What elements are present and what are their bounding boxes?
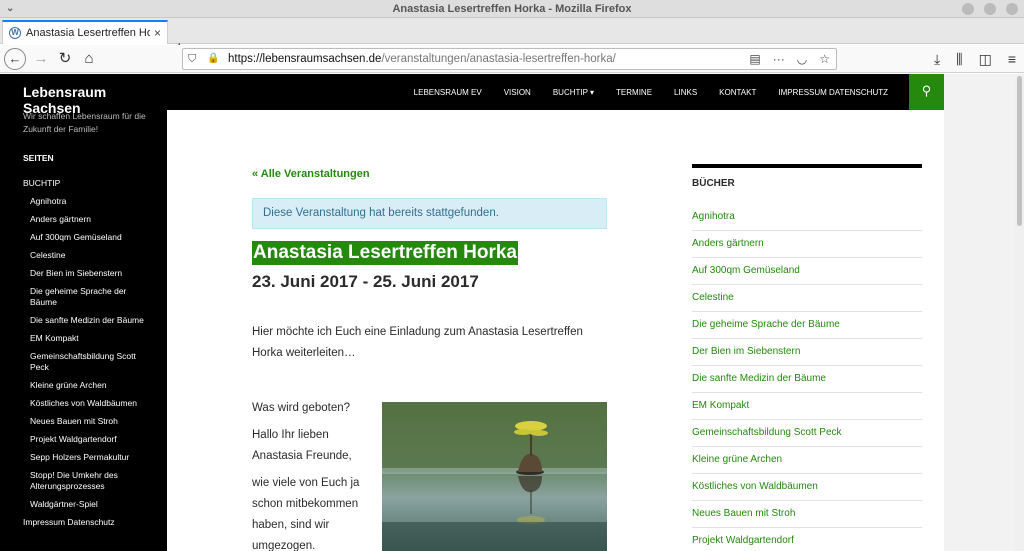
book-link[interactable]: Kleine grüne Archen bbox=[692, 447, 922, 474]
lock-icon[interactable]: 🔒 bbox=[207, 49, 219, 69]
forward-button[interactable]: → bbox=[32, 48, 50, 70]
sidebar-toggle-icon[interactable]: ◫ bbox=[979, 48, 992, 70]
web-page: Lebensraum Sachsen Wir schaffen Lebensra… bbox=[0, 74, 1024, 551]
top-nav-item[interactable]: LINKS bbox=[663, 88, 708, 97]
home-button[interactable]: ⌂ bbox=[80, 48, 98, 70]
url-text[interactable]: https://lebensraumsachsen.de/veranstaltu… bbox=[228, 49, 616, 69]
book-link[interactable]: Projekt Waldgartendorf bbox=[692, 528, 922, 551]
navigation-toolbar: ← → ↻ ⌂ ⛉ 🔒 https://lebensraumsachsen.de… bbox=[0, 45, 1024, 73]
sidebar-sub-item[interactable]: Sepp Holzers Permakultur bbox=[23, 452, 153, 463]
event-date: 23. Juni 2017 - 25. Juni 2017 bbox=[252, 272, 479, 291]
widget-title: BÜCHER bbox=[692, 178, 735, 189]
sidebar-page-list: BUCHTIP Agnihotra Anders gärtnern Auf 300qm… bbox=[23, 178, 153, 535]
sidebar-heading: SEITEN bbox=[23, 153, 54, 163]
search-icon: ⚲ bbox=[921, 83, 932, 98]
sidebar-sub-item[interactable]: Gemeinschaftsbildung Scott Peck bbox=[23, 351, 153, 373]
page-actions-icon[interactable]: ··· bbox=[773, 49, 785, 69]
hamburger-menu-icon[interactable]: ≡ bbox=[1008, 48, 1016, 70]
window-titlebar: ⌄ Anastasia Lesertreffen Horka - Mozilla… bbox=[0, 0, 1024, 18]
book-link[interactable]: Celestine bbox=[692, 285, 922, 312]
close-window-button[interactable] bbox=[1006, 3, 1018, 15]
reader-view-icon[interactable]: ▤ bbox=[749, 49, 760, 69]
sidebar-sub-item[interactable]: EM Kompakt bbox=[23, 333, 153, 344]
library-icon[interactable]: ⫼ bbox=[956, 48, 962, 70]
wordpress-favicon-icon: W bbox=[9, 27, 21, 39]
window-menu-icon[interactable]: ⌄ bbox=[6, 0, 14, 18]
book-link[interactable]: Köstliches von Waldbäumen bbox=[692, 474, 922, 501]
sidebar-sub-item[interactable]: Kleine grüne Archen bbox=[23, 380, 153, 391]
top-nav-item[interactable]: IMPRESSUM DATENSCHUTZ bbox=[767, 88, 899, 97]
sidebar-sub-item[interactable]: Neues Bauen mit Stroh bbox=[23, 416, 153, 427]
book-link[interactable]: Neues Bauen mit Stroh bbox=[692, 501, 922, 528]
sidebar-sub-item[interactable]: Anders gärtnern bbox=[23, 214, 153, 225]
book-link[interactable]: Gemeinschaftsbildung Scott Peck bbox=[692, 420, 922, 447]
all-events-link[interactable]: « Alle Veranstaltungen bbox=[252, 168, 370, 180]
pocket-icon[interactable]: ◡ bbox=[797, 49, 807, 69]
tree-photo-illustration bbox=[382, 402, 607, 551]
top-nav-spacer bbox=[944, 74, 1024, 110]
tab-active[interactable]: W Anastasia Lesertreffen Horka × bbox=[2, 20, 168, 44]
tab-strip: W Anastasia Lesertreffen Horka × + bbox=[0, 18, 1024, 58]
downloads-icon[interactable]: ⤓ bbox=[934, 48, 940, 70]
top-nav-item[interactable]: LEBENSRAUM EV bbox=[403, 88, 493, 97]
sidebar-sub-item[interactable]: Köstliches von Waldbäumen bbox=[23, 398, 153, 409]
toolbar-right: ⤓ ⫼ ◫ ≡ bbox=[934, 48, 1016, 70]
main-content: « Alle Veranstaltungen Diese Veranstaltu… bbox=[167, 110, 944, 551]
maximize-button[interactable] bbox=[984, 3, 996, 15]
top-nav-menu: LEBENSRAUM EV VISION BUCHTIP ▾ TERMINE LINKS… bbox=[403, 74, 899, 110]
top-nav-item[interactable]: KONTAKT bbox=[708, 88, 767, 97]
sidebar-section-item[interactable]: Impressum Datenschutz bbox=[23, 517, 153, 528]
window-controls bbox=[962, 3, 1018, 15]
event-body: Was wird geboten? Hallo Ihr lieben Anast… bbox=[252, 398, 372, 551]
url-bar-actions: ▤ ··· ◡ ☆ bbox=[749, 49, 830, 69]
sidebar-sub-item[interactable]: Die sanfte Medizin der Bäume bbox=[23, 315, 153, 326]
event-intro: Hier möchte ich Euch eine Einladung zum … bbox=[252, 326, 583, 359]
scrollbar-thumb[interactable] bbox=[1017, 76, 1022, 226]
book-link[interactable]: Auf 300qm Gemüseland bbox=[692, 258, 922, 285]
top-navigation: LEBENSRAUM EV VISION BUCHTIP ▾ TERMINE LINKS… bbox=[167, 74, 909, 110]
sidebar-sub-item[interactable]: Agnihotra bbox=[23, 196, 153, 207]
top-nav-item[interactable]: BUCHTIP ▾ bbox=[542, 88, 605, 97]
sidebar-sub-item[interactable]: Die geheime Sprache der Bäume bbox=[23, 286, 153, 308]
top-nav-item[interactable]: TERMINE bbox=[605, 88, 663, 97]
event-image-tree-in-lake bbox=[382, 402, 607, 551]
book-link[interactable]: Der Bien im Siebenstern bbox=[692, 339, 922, 366]
url-bar[interactable]: ⛉ 🔒 https://lebensraumsachsen.de/veranst… bbox=[182, 48, 837, 70]
minimize-button[interactable] bbox=[962, 3, 974, 15]
event-paragraph: Hallo Ihr lieben Anastasia Freunde, bbox=[252, 429, 352, 462]
books-widget: BÜCHER Agnihotra Anders gärtnern Auf 300qm… bbox=[692, 164, 922, 551]
bookmark-star-icon[interactable]: ☆ bbox=[819, 49, 830, 69]
back-button[interactable]: ← bbox=[4, 48, 26, 70]
widget-divider bbox=[692, 164, 922, 168]
event-paragraph: Was wird geboten? bbox=[252, 402, 351, 414]
site-description: Wir schaffen Lebensraum für die Zukunft … bbox=[23, 111, 146, 134]
sidebar-sub-item[interactable]: Projekt Waldgartendorf bbox=[23, 434, 153, 445]
search-button[interactable]: ⚲ bbox=[909, 74, 944, 110]
book-link[interactable]: Anders gärtnern bbox=[692, 231, 922, 258]
book-link[interactable]: EM Kompakt bbox=[692, 393, 922, 420]
sidebar-sub-item[interactable]: Stopp! Die Umkehr des Alterungsprozesses bbox=[23, 470, 153, 492]
book-link[interactable]: Agnihotra bbox=[692, 204, 922, 231]
event-paragraph: wie viele von Euch ja schon mitbekommen … bbox=[252, 477, 360, 551]
sidebar-sub-item[interactable]: Der Bien im Siebenstern bbox=[23, 268, 153, 279]
sidebar-sub-item[interactable]: Auf 300qm Gemüseland bbox=[23, 232, 153, 243]
reload-button[interactable]: ↻ bbox=[56, 48, 74, 70]
tab-close-icon[interactable]: × bbox=[154, 26, 161, 40]
sidebar-sub-item[interactable]: Celestine bbox=[23, 250, 153, 261]
top-nav-item[interactable]: VISION bbox=[493, 88, 542, 97]
sidebar-section-item[interactable]: BUCHTIP bbox=[23, 178, 153, 189]
tracking-shield-icon[interactable]: ⛉ bbox=[188, 49, 196, 69]
books-list: Agnihotra Anders gärtnern Auf 300qm Gemüse… bbox=[692, 204, 922, 551]
event-past-notice: Diese Veranstaltung hat bereits stattgef… bbox=[252, 198, 607, 229]
book-link[interactable]: Die sanfte Medizin der Bäume bbox=[692, 366, 922, 393]
site-sidebar: Lebensraum Sachsen Wir schaffen Lebensra… bbox=[0, 74, 167, 551]
event-title: Anastasia Lesertreffen Horka bbox=[252, 241, 518, 265]
book-link[interactable]: Die geheime Sprache der Bäume bbox=[692, 312, 922, 339]
tab-title: Anastasia Lesertreffen Horka bbox=[26, 27, 150, 39]
page-scrollbar[interactable] bbox=[1015, 74, 1024, 551]
window-title: Anastasia Lesertreffen Horka - Mozilla F… bbox=[392, 3, 632, 15]
sidebar-sub-item[interactable]: Waldgärtner-Spiel bbox=[23, 499, 153, 510]
